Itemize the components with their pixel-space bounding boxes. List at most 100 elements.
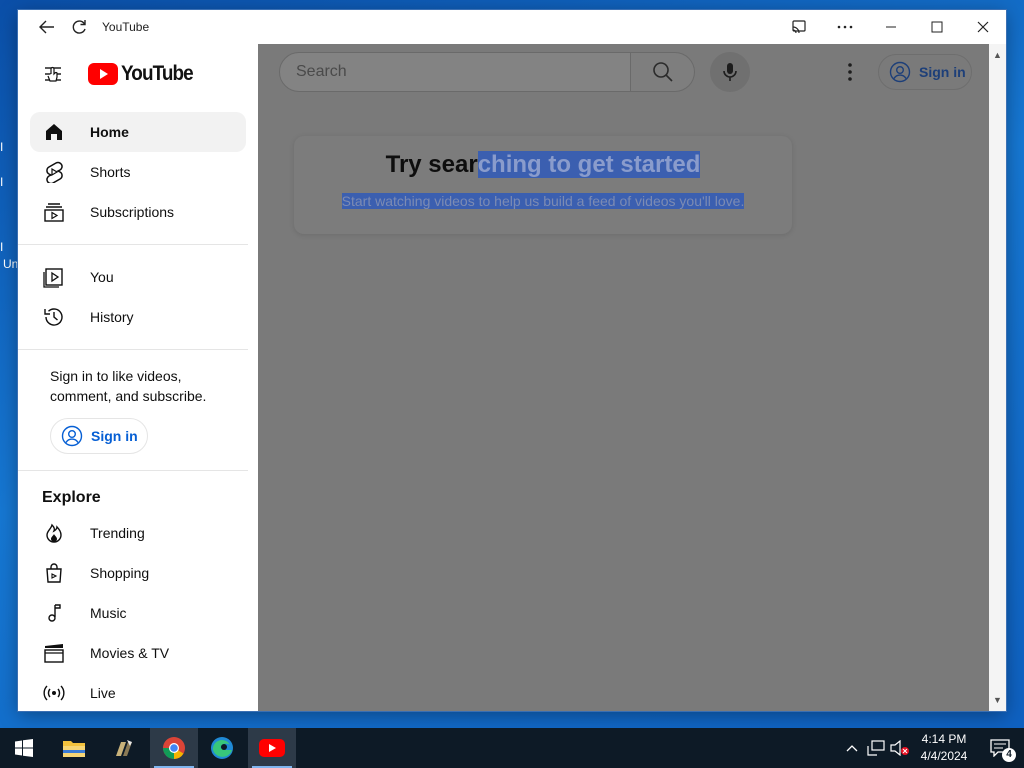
selected-title-text: ching to get started [477,151,701,178]
desktop-edge-text: I [0,240,4,254]
voice-search-button[interactable] [710,52,750,92]
clock-date: 4/4/2024 [920,749,968,763]
you-icon [42,265,66,289]
clock-time: 4:14 PM [921,732,967,746]
search-icon [652,62,673,82]
logo-text: YouTube [121,62,194,85]
sidebar-item-label: Live [90,685,116,701]
reload-icon [72,20,86,34]
reload-button[interactable] [64,10,94,44]
taskbar: 4:14 PM 4/4/2024 4 [0,728,1024,768]
volume-button[interactable] [888,728,912,768]
sidebar-item-music[interactable]: Music [30,593,246,633]
hamburger-icon [45,66,61,82]
title-text: Try sear [385,151,478,178]
home-icon [42,120,66,144]
account-icon [889,61,911,83]
main-content-overlay[interactable]: Search Sign in Try searching to get star… [258,44,989,711]
start-button[interactable] [0,728,48,768]
sidebar-item-trending[interactable]: Trending [30,513,246,553]
sidebar-item-label: Home [90,124,129,140]
sidebar-item-label: Shopping [90,565,150,581]
scrollbar[interactable]: ▲ ▼ [989,44,1006,711]
taskbar-app[interactable] [100,728,148,768]
desktop-edge-text: I [0,175,4,189]
cast-icon [792,20,806,34]
live-icon [42,681,66,705]
close-icon [977,21,989,33]
more-options-button[interactable] [822,10,868,44]
close-button[interactable] [960,10,1006,44]
system-tray: 4:14 PM 4/4/2024 4 [840,728,1024,768]
empty-feed-card: Try searching to get started Start watch… [294,136,792,234]
action-center-button[interactable]: 4 [976,728,1024,768]
cast-button[interactable] [776,10,822,44]
music-icon [42,601,66,625]
empty-feed-subtitle: Start watching videos to help us build a… [294,193,792,209]
window-title: YouTube [102,20,150,34]
network-button[interactable] [864,728,888,768]
microphone-icon [723,63,737,81]
sidebar-item-live[interactable]: Live [30,673,246,711]
notification-count-badge: 4 [1002,748,1016,762]
taskbar-file-explorer[interactable] [50,728,98,768]
sidebar-item-subscriptions[interactable]: Subscriptions [30,192,246,232]
sign-in-label: Sign in [919,64,966,80]
show-hidden-icons-button[interactable] [840,728,864,768]
maximize-button[interactable] [914,10,960,44]
sidebar-item-shorts[interactable]: Shorts [30,152,246,192]
chevron-up-icon [846,745,858,752]
search-placeholder: Search [296,63,347,80]
chrome-icon [163,737,185,759]
sidebar-item-label: Shorts [90,164,131,180]
header-sign-in-button[interactable]: Sign in [878,54,972,90]
movies-icon [42,641,66,665]
youtube-logo-icon [88,63,118,85]
vertical-ellipsis-icon [848,63,852,81]
sidebar-item-label: Subscriptions [90,204,175,220]
history-icon [42,305,66,329]
account-icon [61,425,83,447]
subscriptions-icon [42,200,66,224]
sidebar-item-you[interactable]: You [30,257,246,297]
back-arrow-icon [39,20,54,34]
shorts-icon [42,160,66,184]
app-window: YouTube YouTube Home Shorts Subscription… [18,10,1006,711]
search-button[interactable] [631,52,695,92]
youtube-logo[interactable]: YouTube [88,62,201,86]
trending-icon [42,521,66,545]
sidebar-item-home[interactable]: Home [30,112,246,152]
maximize-icon [931,21,943,33]
taskbar-chrome[interactable] [150,728,198,768]
top-bar: Search Sign in [258,44,989,100]
clock[interactable]: 4:14 PM 4/4/2024 [912,731,976,765]
scroll-down-icon[interactable]: ▼ [993,695,1002,705]
sidebar-item-label: You [90,269,114,285]
signin-prompt-text: Sign in to like videos, comment, and sub… [50,368,207,404]
sidebar-sign-in-button[interactable]: Sign in [50,418,148,454]
scroll-up-icon[interactable]: ▲ [993,50,1002,60]
sidebar-item-label: Music [90,605,127,621]
settings-menu-button[interactable] [834,56,866,88]
sidebar-item-label: History [90,309,134,325]
title-bar: YouTube [18,10,1006,44]
edge-icon [211,737,233,759]
divider [18,349,248,350]
sidebar-item-movies[interactable]: Movies & TV [30,633,246,673]
back-button[interactable] [30,10,64,44]
file-explorer-icon [63,741,85,757]
app-icon [116,740,132,756]
taskbar-youtube[interactable] [248,728,296,768]
explore-heading: Explore [42,489,101,506]
sidebar: YouTube Home Shorts Subscriptions You Hi… [18,44,258,711]
search-input[interactable]: Search [279,52,631,92]
sidebar-item-shopping[interactable]: Shopping [30,553,246,593]
taskbar-edge[interactable] [198,728,246,768]
menu-button[interactable] [40,61,66,87]
sidebar-item-history[interactable]: History [30,297,246,337]
minimize-button[interactable] [868,10,914,44]
minimize-icon [886,26,896,28]
sidebar-item-label: Movies & TV [90,645,170,661]
sidebar-item-label: Trending [90,525,145,541]
sign-in-label: Sign in [91,428,138,444]
